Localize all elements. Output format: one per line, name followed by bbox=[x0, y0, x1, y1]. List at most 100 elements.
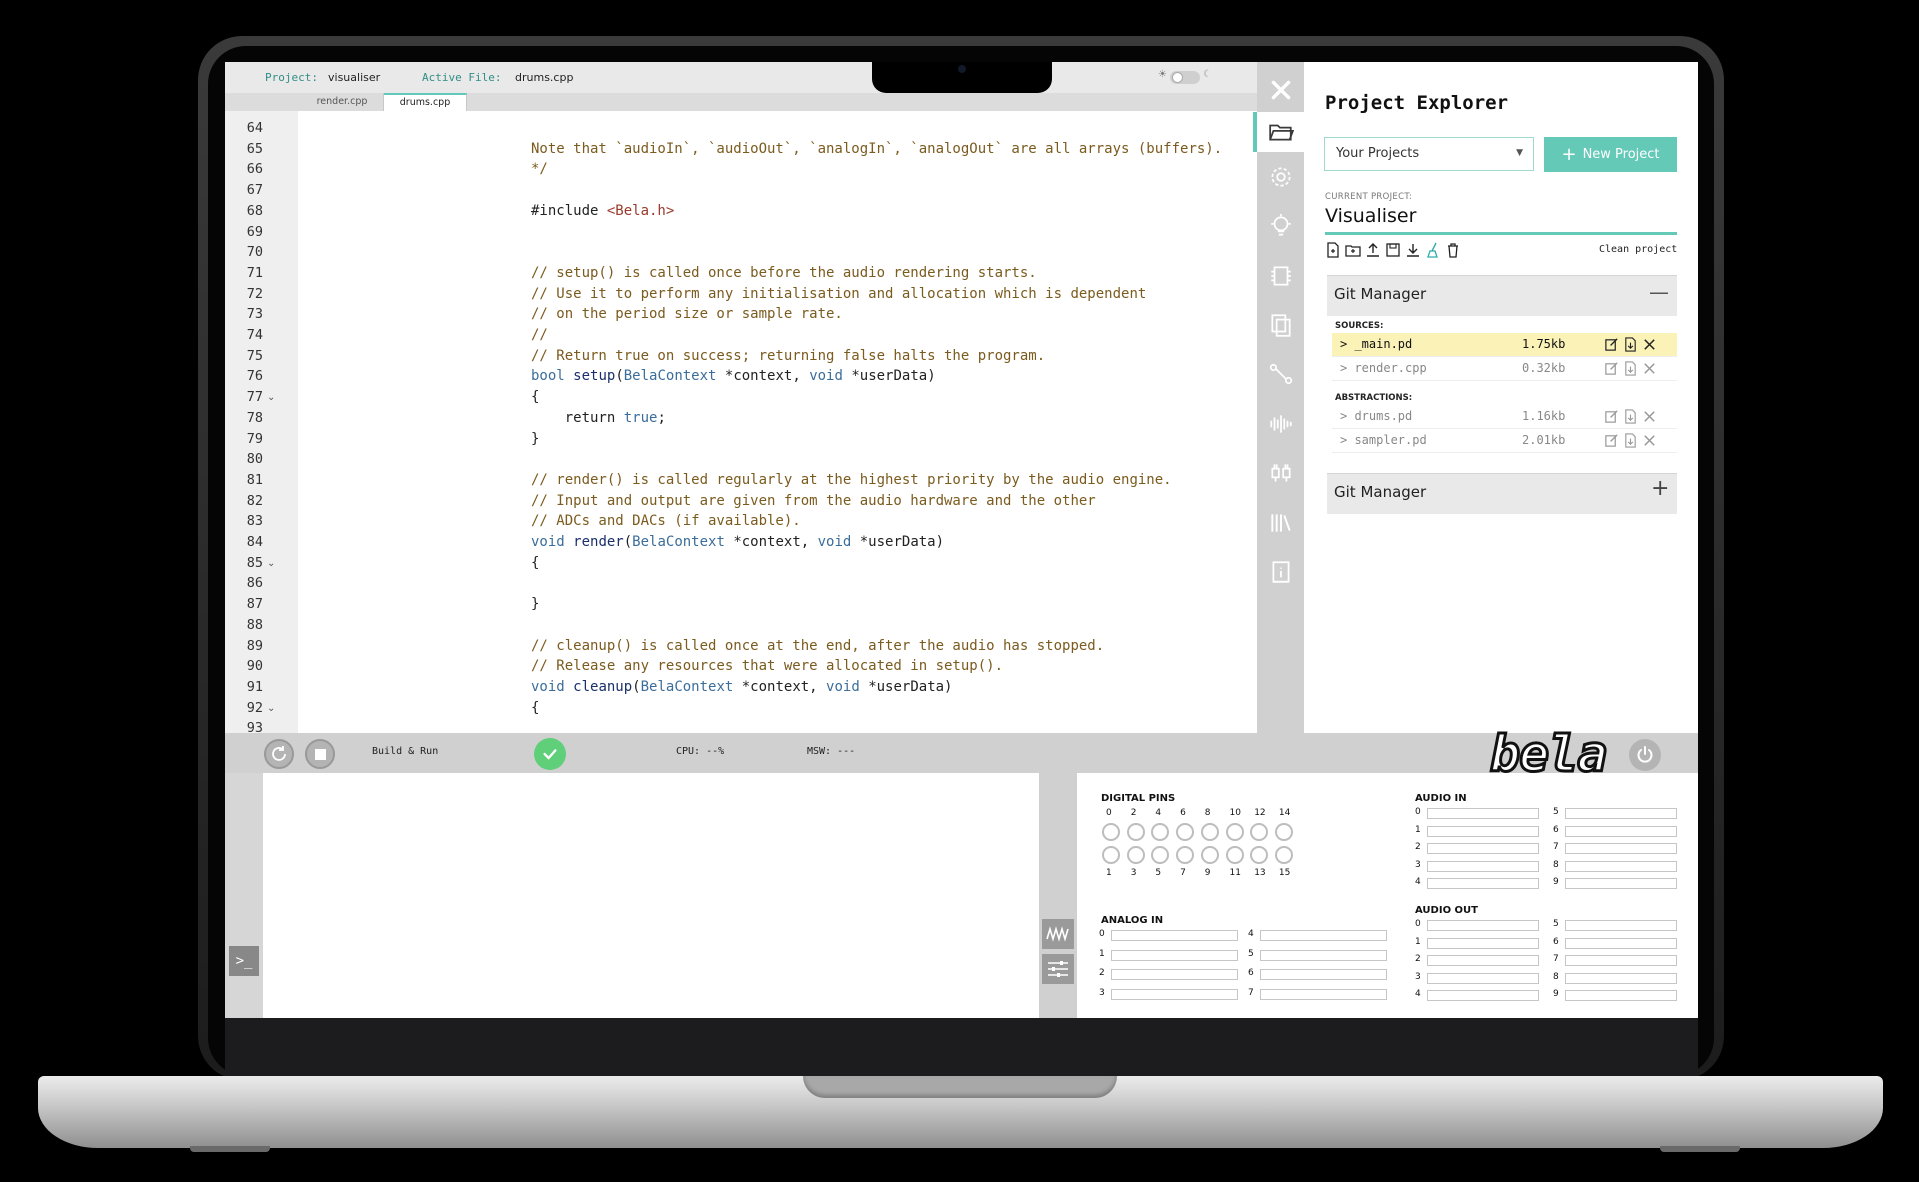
code-line: */ bbox=[531, 161, 548, 178]
broom-icon[interactable] bbox=[1425, 242, 1441, 258]
download-file-icon[interactable] bbox=[1623, 409, 1638, 424]
delete-icon[interactable] bbox=[1642, 361, 1657, 376]
sliders-button[interactable] bbox=[1042, 954, 1074, 984]
files-icon[interactable] bbox=[1257, 307, 1304, 343]
level-meter bbox=[1427, 990, 1539, 1001]
code-line: void cleanup(BelaContext *context, void … bbox=[531, 678, 953, 695]
channel-label: 1 bbox=[1415, 936, 1421, 947]
stop-button[interactable] bbox=[305, 739, 335, 769]
digital-pin[interactable] bbox=[1250, 823, 1269, 841]
digital-pin[interactable] bbox=[1200, 823, 1219, 841]
download-file-icon[interactable] bbox=[1623, 361, 1638, 376]
file-row-render-cpp[interactable]: > render.cpp 0.32kb bbox=[1332, 357, 1677, 381]
channel-label: 3 bbox=[1415, 971, 1421, 982]
digital-pin[interactable] bbox=[1225, 846, 1244, 864]
digital-pin[interactable] bbox=[1176, 823, 1195, 841]
pin-label: 2 bbox=[1130, 808, 1137, 818]
power-button[interactable] bbox=[1629, 739, 1661, 771]
line-number: 76 bbox=[246, 368, 263, 385]
upload-icon[interactable] bbox=[1365, 242, 1381, 258]
line-number: 92 bbox=[246, 699, 263, 716]
file-row-main-pd[interactable]: > _main.pd 1.75kb bbox=[1332, 333, 1677, 357]
line-number: 72 bbox=[246, 285, 263, 302]
pin-label: 13 bbox=[1254, 868, 1266, 878]
audio-out-grid: 0 1 2 3 4 5 6 7 8 9 bbox=[1415, 919, 1685, 1009]
wave-icon bbox=[1046, 926, 1069, 942]
digital-pin[interactable] bbox=[1250, 846, 1269, 864]
level-meter bbox=[1260, 988, 1387, 1000]
edit-icon[interactable] bbox=[1604, 409, 1619, 424]
fold-toggle-icon[interactable]: ⌄ bbox=[267, 703, 275, 714]
channel-label: 1 bbox=[1099, 948, 1105, 959]
download-file-icon[interactable] bbox=[1623, 433, 1638, 448]
pipeline-icon[interactable] bbox=[1257, 356, 1304, 392]
new-file-icon[interactable] bbox=[1325, 242, 1341, 258]
channel-label: 8 bbox=[1553, 971, 1559, 982]
digital-pin[interactable] bbox=[1151, 823, 1170, 841]
tab-drums-cpp[interactable]: drums.cpp bbox=[384, 93, 467, 111]
digital-pin[interactable] bbox=[1126, 846, 1145, 864]
digital-pin[interactable] bbox=[1176, 846, 1195, 864]
delete-icon[interactable] bbox=[1642, 337, 1657, 352]
theme-toggle[interactable] bbox=[1170, 71, 1200, 84]
oscilloscope-button[interactable] bbox=[1042, 919, 1074, 949]
digital-pin[interactable] bbox=[1102, 846, 1120, 864]
line-number: 83 bbox=[246, 513, 263, 530]
console-output[interactable] bbox=[263, 773, 1039, 1018]
digital-pin[interactable] bbox=[1200, 846, 1219, 864]
digital-pin[interactable] bbox=[1274, 846, 1293, 864]
line-number: 87 bbox=[246, 596, 263, 613]
digital-pin[interactable] bbox=[1151, 846, 1170, 864]
refresh-button[interactable] bbox=[264, 739, 294, 769]
digital-pin[interactable] bbox=[1126, 823, 1145, 841]
level-meter bbox=[1565, 860, 1677, 872]
digital-pin[interactable] bbox=[1274, 823, 1293, 841]
delete-icon[interactable] bbox=[1642, 433, 1657, 448]
download-file-icon[interactable] bbox=[1623, 337, 1638, 352]
digital-pin[interactable] bbox=[1225, 823, 1244, 841]
clean-project-link[interactable]: Clean project bbox=[1599, 244, 1677, 255]
projects-select[interactable]: Your Projects ▼ bbox=[1324, 137, 1534, 171]
close-icon[interactable] bbox=[1257, 72, 1304, 108]
edit-icon[interactable] bbox=[1604, 433, 1619, 448]
expand-icon[interactable]: + bbox=[1651, 476, 1669, 501]
manual-icon[interactable] bbox=[1257, 554, 1304, 590]
chip-icon[interactable] bbox=[1257, 258, 1304, 294]
edit-icon[interactable] bbox=[1604, 337, 1619, 352]
lightbulb-icon[interactable] bbox=[1257, 208, 1304, 244]
level-meter bbox=[1260, 930, 1387, 941]
save-icon[interactable] bbox=[1385, 242, 1401, 258]
project-tools bbox=[1325, 242, 1461, 258]
collapse-icon[interactable]: — bbox=[1649, 280, 1669, 304]
fold-toggle-icon[interactable]: ⌄ bbox=[267, 392, 275, 403]
code-line: { bbox=[531, 554, 540, 571]
gear-icon[interactable] bbox=[1257, 159, 1304, 195]
new-folder-icon[interactable] bbox=[1345, 242, 1361, 258]
waveform-icon[interactable] bbox=[1257, 406, 1304, 442]
line-number: 85 bbox=[246, 554, 263, 571]
tab-render-cpp[interactable]: render.cpp bbox=[301, 93, 384, 111]
build-run-label[interactable]: Build & Run bbox=[372, 746, 438, 757]
line-number: 71 bbox=[246, 264, 263, 281]
file-row-drums-pd[interactable]: > drums.pd 1.16kb bbox=[1332, 405, 1677, 429]
folder-icon[interactable] bbox=[1257, 112, 1304, 152]
pins-icon[interactable] bbox=[1257, 455, 1304, 491]
file-row-sampler-pd[interactable]: > sampler.pd 2.01kb bbox=[1332, 429, 1677, 453]
digital-pin[interactable] bbox=[1102, 823, 1120, 841]
pin-label: 1 bbox=[1106, 868, 1112, 878]
code-line: // setup() is called once before the aud… bbox=[531, 264, 1037, 281]
active-file-label: Active File: bbox=[422, 71, 502, 84]
channel-label: 5 bbox=[1553, 807, 1559, 817]
download-icon[interactable] bbox=[1405, 242, 1421, 258]
trash-icon[interactable] bbox=[1445, 242, 1461, 258]
level-meter bbox=[1427, 860, 1539, 872]
channel-label: 0 bbox=[1415, 919, 1421, 929]
channel-label: 7 bbox=[1553, 842, 1559, 852]
pin-label: 8 bbox=[1204, 808, 1211, 818]
console-prompt-button[interactable]: >_ bbox=[229, 946, 259, 976]
fold-toggle-icon[interactable]: ⌄ bbox=[267, 558, 275, 569]
library-icon[interactable] bbox=[1257, 505, 1304, 541]
new-project-button[interactable]: + New Project bbox=[1544, 137, 1677, 172]
delete-icon[interactable] bbox=[1642, 409, 1657, 424]
edit-icon[interactable] bbox=[1604, 361, 1619, 376]
